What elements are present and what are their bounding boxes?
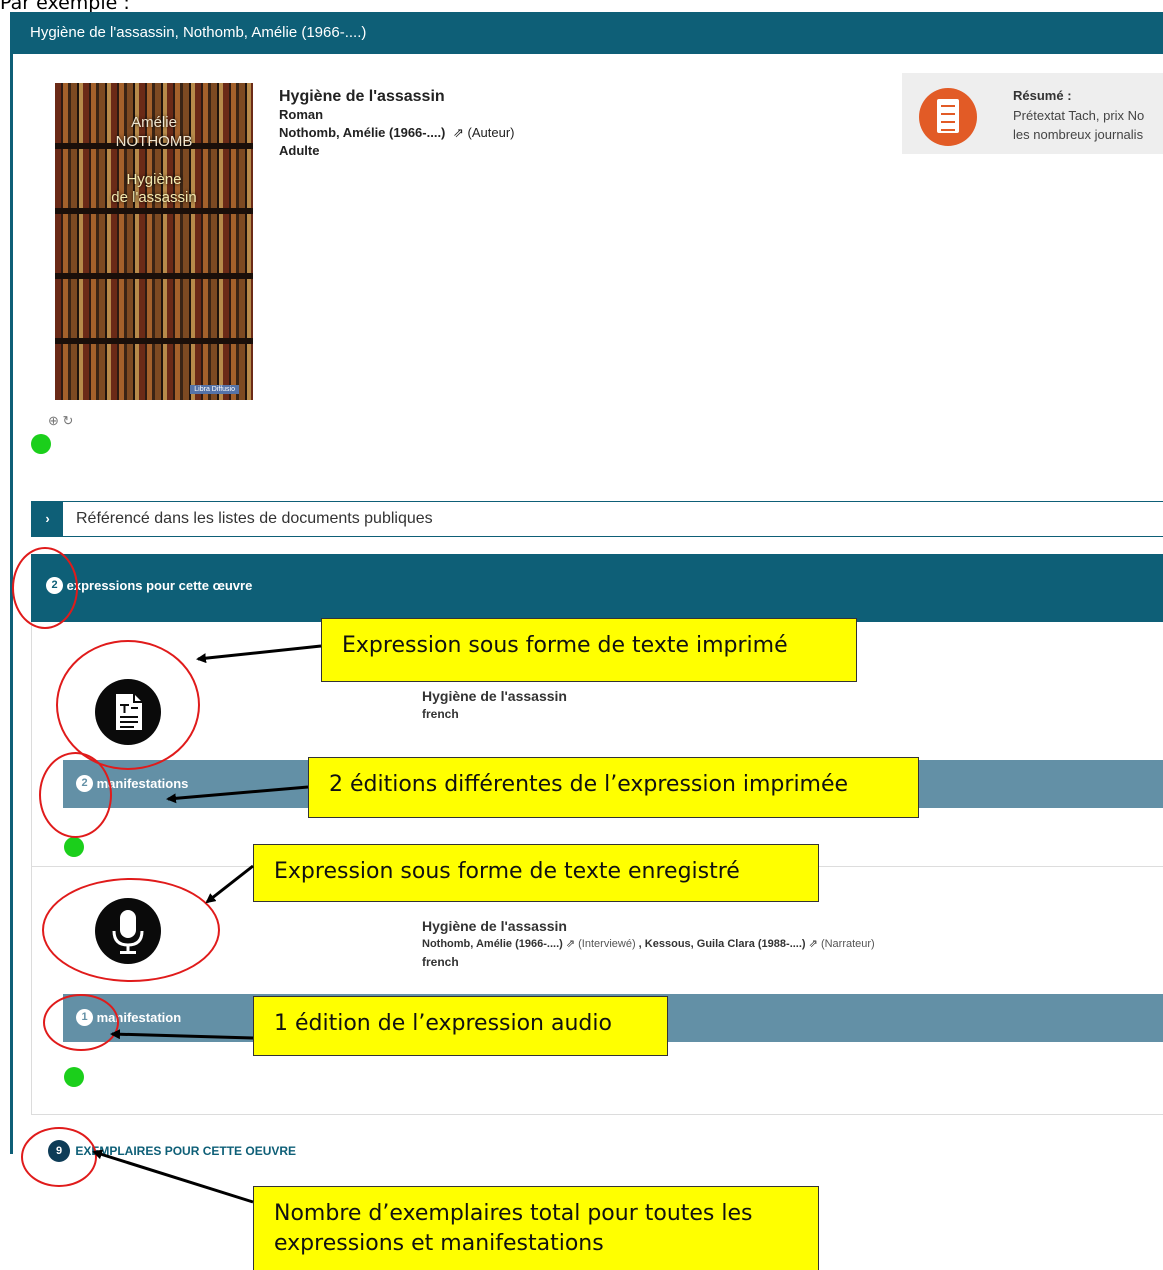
resume-line-2: les nombreux journalis bbox=[1013, 127, 1144, 142]
external-link-icon[interactable]: ⇗ bbox=[566, 938, 575, 950]
callout-audio-edition: 1 édition de l’expression audio bbox=[253, 996, 668, 1056]
expression-2-title[interactable]: Hygiène de l'assassin bbox=[422, 917, 875, 935]
expression-2-language: french bbox=[422, 955, 459, 969]
resume-label: Résumé : bbox=[1013, 88, 1072, 103]
cover-author: Amélie NOTHOMB bbox=[55, 113, 253, 151]
expression-1-title[interactable]: Hygiène de l'assassin bbox=[422, 687, 567, 705]
expressions-label: expressions pour cette œuvre bbox=[66, 578, 253, 594]
callout-recorded-expression: Expression sous forme de texte enregistr… bbox=[253, 844, 819, 902]
summary-document-icon bbox=[919, 88, 977, 146]
page-header: Hygiène de l'assassin, Nothomb, Amélie (… bbox=[10, 12, 1163, 54]
callout-total-copies-line2: expressions et manifestations bbox=[274, 1231, 604, 1256]
work-author-line: Nothomb, Amélie (1966-....) ⇗ (Auteur) bbox=[279, 124, 515, 142]
referenced-lists-row[interactable]: › Référencé dans les listes de documents… bbox=[31, 501, 1163, 537]
cover-title-line1: Hygiène bbox=[126, 171, 182, 188]
cover-author-first: Amélie bbox=[131, 114, 177, 131]
referenced-lists-label: Référencé dans les listes de documents p… bbox=[76, 510, 433, 527]
cover-publisher: Libra Diffusio bbox=[190, 385, 239, 394]
page-title: Hygiène de l'assassin, Nothomb, Amélie (… bbox=[30, 24, 367, 41]
copies-label: EXEMPLAIRES POUR CETTE OEUVRE bbox=[75, 1144, 297, 1158]
contributor-separator: , bbox=[638, 938, 642, 950]
highlight-ring-manifestation-count bbox=[43, 994, 119, 1051]
highlight-ring-copies-count bbox=[21, 1127, 97, 1187]
cover-title-line2: de l'assassin bbox=[111, 189, 197, 206]
callout-total-copies-line1: Nombre d’exemplaires total pour toutes l… bbox=[274, 1201, 753, 1226]
callout-total-copies: Nombre d’exemplaires total pour toutes l… bbox=[253, 1186, 819, 1270]
status-dot bbox=[31, 434, 51, 454]
expression-1-language: french bbox=[422, 707, 459, 721]
contributor-2-role: (Narrateur) bbox=[820, 938, 875, 950]
work-audience: Adulte bbox=[279, 143, 320, 158]
status-dot bbox=[64, 1067, 84, 1087]
work-title: Hygiène de l'assassin bbox=[279, 88, 445, 105]
contributor-2-link[interactable]: Kessous, Guila Clara (1988-....) bbox=[645, 938, 806, 950]
work-author-role: (Auteur) bbox=[467, 125, 515, 140]
highlight-ring-manifestations-count bbox=[39, 752, 112, 838]
resume-box[interactable]: Résumé : Prétextat Tach, prix No les nom… bbox=[902, 73, 1163, 154]
cover-title: Hygiène de l'assassin bbox=[55, 171, 253, 207]
work-author-link[interactable]: Nothomb, Amélie (1966-....) bbox=[279, 125, 445, 140]
book-cover[interactable]: Amélie NOTHOMB Hygiène de l'assassin Lib… bbox=[55, 83, 253, 400]
resume-line-1: Prétextat Tach, prix No bbox=[1013, 108, 1145, 123]
expression-2-contributors: Nothomb, Amélie (1966-....) ⇗ (Interview… bbox=[422, 935, 875, 953]
cover-actions[interactable]: ⊕ ↻ bbox=[48, 413, 73, 429]
callout-printed-expression: Expression sous forme de texte imprimé bbox=[321, 618, 857, 682]
left-border bbox=[10, 54, 13, 1154]
work-genre: Roman bbox=[279, 107, 324, 122]
external-link-icon[interactable]: ⇗ bbox=[453, 125, 464, 140]
external-link-icon[interactable]: ⇗ bbox=[809, 938, 818, 950]
highlight-ring-expressions-count bbox=[12, 547, 78, 629]
work-metadata: Hygiène de l'assassin Roman Nothomb, Amé… bbox=[279, 88, 515, 160]
contributor-1-link[interactable]: Nothomb, Amélie (1966-....) bbox=[422, 938, 563, 950]
status-dot bbox=[64, 837, 84, 857]
expressions-header[interactable]: 2 expressions pour cette œuvre bbox=[31, 554, 1163, 622]
contributor-1-role: (Interviewé) bbox=[578, 938, 636, 950]
highlight-ring-printed-icon bbox=[56, 640, 200, 770]
callout-printed-editions: 2 éditions différentes de l’expression i… bbox=[308, 757, 919, 818]
cover-author-last: NOTHOMB bbox=[115, 133, 193, 150]
expression-2-details: Hygiène de l'assassin Nothomb, Amélie (1… bbox=[422, 917, 875, 971]
highlight-ring-microphone-icon bbox=[42, 878, 220, 982]
resume-text: Prétextat Tach, prix No les nombreux jou… bbox=[1013, 106, 1144, 144]
expression-1-details: Hygiène de l'assassin french bbox=[422, 687, 567, 723]
expand-chevron-icon[interactable]: › bbox=[32, 502, 63, 536]
